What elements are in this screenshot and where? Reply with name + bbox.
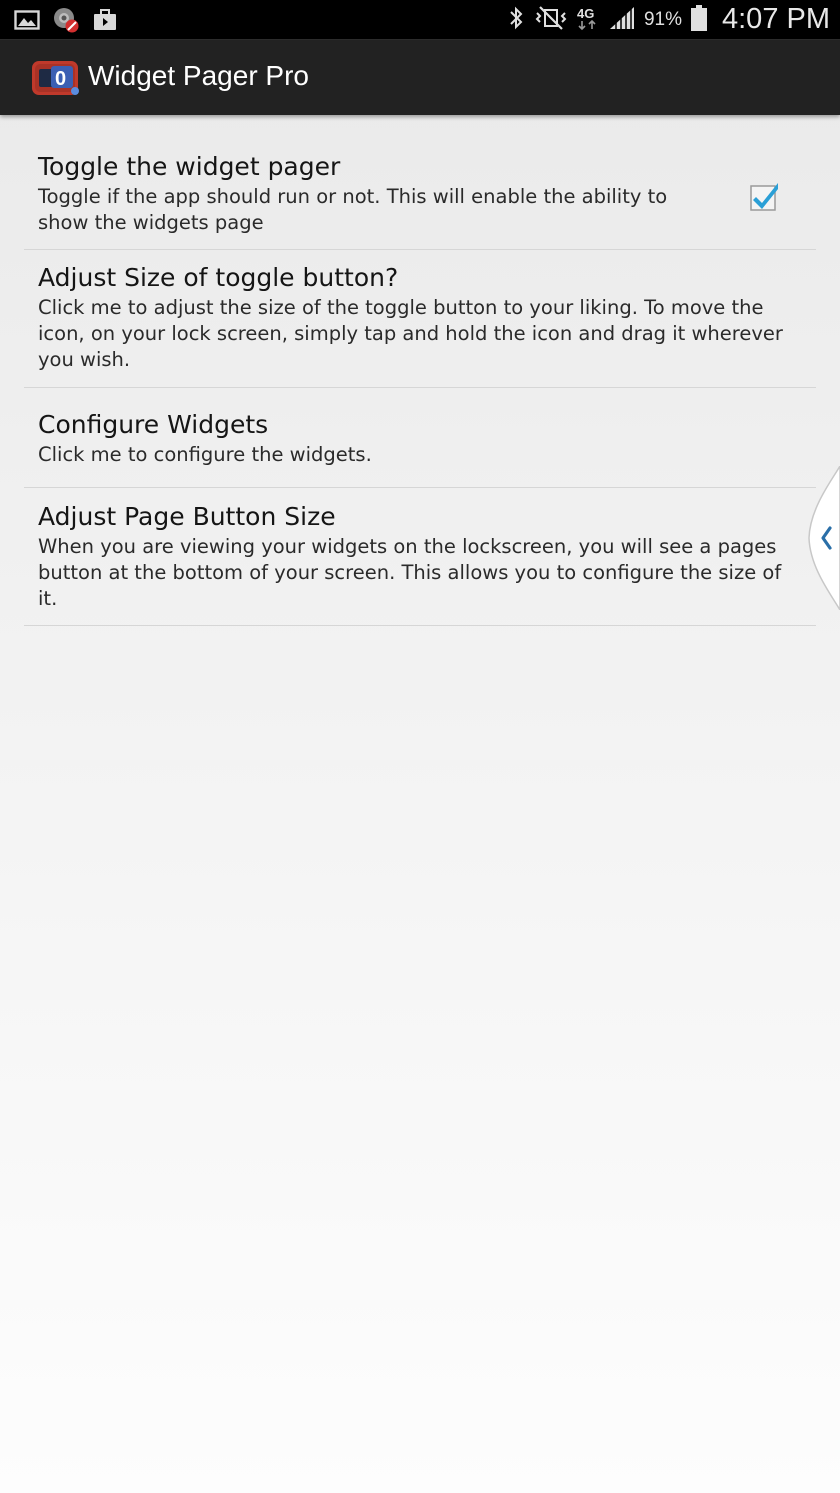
pref-title: Toggle the widget pager bbox=[38, 152, 341, 181]
4g-data-icon: 4G bbox=[576, 4, 600, 36]
system-status-icons: 4G 91% 4:07 PM bbox=[506, 0, 830, 39]
status-bar: 4G 91% 4:07 PM bbox=[0, 0, 840, 39]
gallery-icon bbox=[14, 8, 40, 36]
pref-summary: Click me to configure the widgets. bbox=[38, 443, 372, 466]
app-logo-icon[interactable]: 0 bbox=[31, 59, 81, 97]
svg-text:0: 0 bbox=[55, 68, 66, 90]
blocked-app-icon bbox=[52, 6, 80, 38]
briefcase-icon bbox=[92, 7, 118, 37]
pref-configure-widgets[interactable]: Configure Widgets Click me to configure … bbox=[24, 388, 816, 488]
pref-title: Adjust Page Button Size bbox=[38, 502, 336, 531]
battery-percent: 91% bbox=[643, 8, 682, 30]
clock: 4:07 PM bbox=[722, 3, 830, 35]
svg-text:4G: 4G bbox=[577, 6, 594, 21]
pref-summary: Click me to adjust the size of the toggl… bbox=[38, 296, 783, 371]
pref-toggle-widget-pager[interactable]: Toggle the widget pager Toggle if the ap… bbox=[24, 136, 816, 250]
edge-panel-handle[interactable] bbox=[806, 464, 840, 612]
preference-list: Toggle the widget pager Toggle if the ap… bbox=[24, 136, 816, 626]
pref-summary: Toggle if the app should run or not. Thi… bbox=[38, 185, 668, 234]
bluetooth-icon bbox=[506, 5, 526, 35]
pref-adjust-page-button-size[interactable]: Adjust Page Button Size When you are vie… bbox=[24, 488, 816, 626]
pref-title: Configure Widgets bbox=[38, 410, 269, 439]
action-bar: 0 Widget Pager Pro bbox=[0, 39, 840, 115]
vibrate-mute-icon bbox=[534, 5, 568, 35]
notification-icons bbox=[14, 6, 118, 38]
pref-summary: When you are viewing your widgets on the… bbox=[38, 535, 782, 610]
checkbox-checked-icon[interactable] bbox=[750, 181, 778, 211]
pref-title: Adjust Size of toggle button? bbox=[38, 263, 399, 292]
pref-adjust-toggle-size[interactable]: Adjust Size of toggle button? Click me t… bbox=[24, 250, 816, 388]
battery-icon bbox=[690, 4, 708, 36]
app-title: Widget Pager Pro bbox=[88, 60, 309, 91]
signal-icon bbox=[608, 5, 636, 35]
